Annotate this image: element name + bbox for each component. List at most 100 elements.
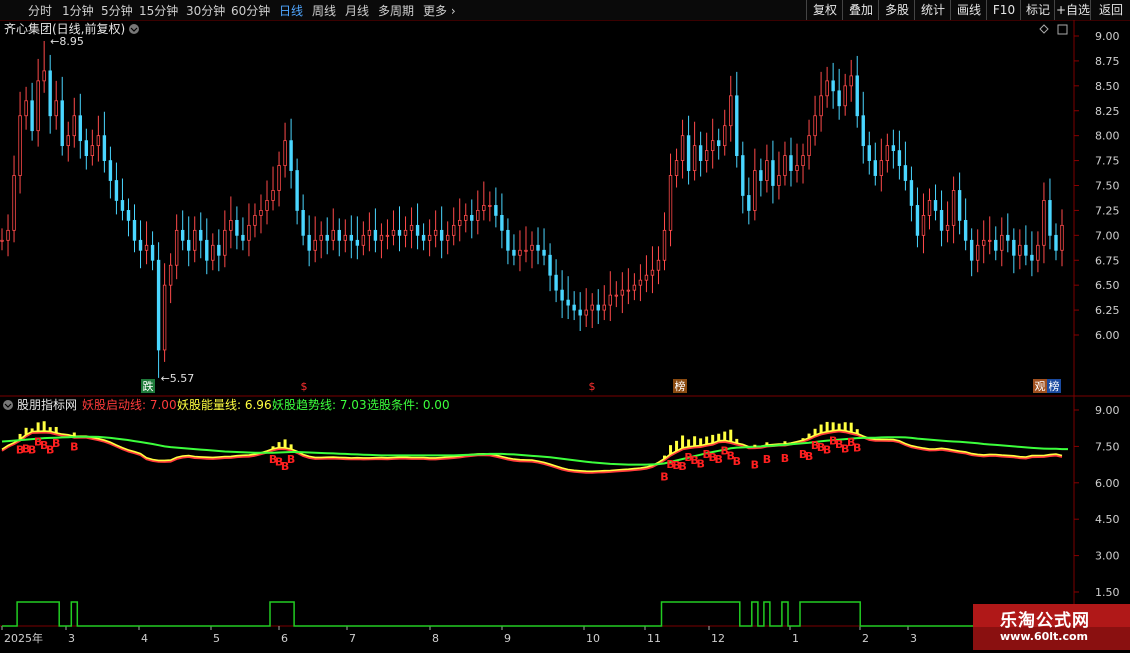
- candle-body: [963, 219, 968, 241]
- toolbar-button-8[interactable]: 返回: [1090, 0, 1130, 20]
- candle-body: [0, 239, 4, 242]
- candle-body: [994, 239, 998, 251]
- ind-ytick-label: 4.50: [1095, 513, 1120, 526]
- candle-body: [223, 229, 227, 256]
- period-tab-10[interactable]: 更多 ›: [423, 2, 456, 19]
- candle-body: [488, 205, 492, 207]
- candle-body: [777, 175, 781, 186]
- xtick-label: 6: [281, 632, 288, 645]
- candle-body: [138, 239, 143, 251]
- candle-body: [253, 214, 257, 226]
- buy-signal: B: [763, 453, 771, 466]
- buy-signal: B: [660, 471, 668, 484]
- candle-body: [361, 234, 366, 246]
- candle-body: [753, 170, 757, 211]
- period-tab-7[interactable]: 周线: [312, 2, 336, 19]
- energy-bar: [837, 423, 841, 430]
- period-tab-2[interactable]: 5分钟: [101, 2, 133, 19]
- candle-body: [536, 244, 540, 251]
- candle-body: [307, 234, 311, 251]
- candle-body: [692, 145, 697, 171]
- toolbar-button-1[interactable]: 叠加: [842, 0, 879, 20]
- ind-ytick-label: 3.00: [1095, 550, 1120, 563]
- candle-body: [548, 254, 552, 276]
- main-ytick-label: 6.00: [1095, 329, 1120, 342]
- top-toolbar: 分时 1分钟 5分钟 15分钟 30分钟 60分钟 日线 周线 月线 多周期 更多 › 复权 叠加 多股…: [0, 0, 1130, 21]
- energy-line: [1, 429, 1063, 473]
- main-ytick-label: 6.25: [1095, 304, 1120, 317]
- candle-body: [915, 205, 920, 236]
- candle-body: [560, 289, 564, 301]
- candle-body: [349, 234, 354, 241]
- energy-bar: [855, 429, 859, 434]
- candle-body: [265, 200, 269, 211]
- candle-body: [168, 264, 173, 286]
- toolbar-button-7[interactable]: +自选: [1054, 0, 1091, 20]
- chart-labels: 9.00 8.75 8.50 8.25 8.00 7.75 7.50 7.25 7.00 6.75…: [3, 21, 1120, 645]
- candle-body: [259, 210, 263, 216]
- candle-body: [433, 229, 438, 236]
- energy-bar: [693, 436, 697, 446]
- candle-body: [849, 75, 853, 87]
- event-marker: 观: [1035, 380, 1046, 393]
- candle-body: [162, 284, 167, 351]
- candle-body: [217, 244, 221, 256]
- toolbar-button-0[interactable]: 复权: [806, 0, 843, 20]
- period-tab-1[interactable]: 1分钟: [62, 2, 94, 19]
- period-tab-3[interactable]: 15分钟: [139, 2, 178, 19]
- period-tab-0[interactable]: 分时: [28, 2, 52, 19]
- candle-body: [765, 160, 769, 181]
- period-tab-4[interactable]: 30分钟: [186, 2, 225, 19]
- candle-body: [1048, 200, 1052, 236]
- chart-grid: [0, 20, 1130, 650]
- candle-body: [596, 304, 600, 311]
- xtick-label: 1: [792, 632, 799, 645]
- toolbar-button-4[interactable]: 画线: [950, 0, 987, 20]
- candle-body: [542, 249, 546, 256]
- period-tab-5[interactable]: 60分钟: [231, 2, 270, 19]
- main-ytick-label: 8.50: [1095, 80, 1120, 93]
- candle-body: [1024, 244, 1028, 256]
- candle-body: [698, 145, 703, 161]
- energy-bar: [825, 421, 829, 432]
- candle-body: [199, 229, 203, 241]
- candle-body: [1006, 234, 1010, 241]
- energy-bar: [765, 442, 769, 446]
- energy-bar: [687, 439, 691, 447]
- energy-bar: [783, 441, 787, 445]
- energy-bar: [277, 442, 281, 448]
- event-marker: $: [301, 380, 308, 393]
- candle-body: [933, 200, 938, 211]
- candle-body: [572, 304, 576, 311]
- main-ytick-label: 7.00: [1095, 229, 1120, 242]
- xtick-label: 3: [68, 632, 75, 645]
- candle-body: [494, 205, 498, 216]
- candle-body: [445, 234, 450, 241]
- candle-body: [415, 224, 420, 236]
- period-tab-8[interactable]: 月线: [345, 2, 369, 19]
- candle-body: [355, 239, 360, 246]
- candle-body: [783, 155, 787, 176]
- main-ytick-label: 8.75: [1095, 55, 1120, 68]
- candle-body: [126, 210, 131, 221]
- diamond-icon: [1039, 24, 1049, 34]
- energy-bar: [801, 438, 805, 441]
- candle-body: [656, 259, 661, 271]
- period-tab-6[interactable]: 日线: [279, 2, 303, 19]
- candle-body: [988, 239, 992, 242]
- toolbar-button-3[interactable]: 统计: [914, 0, 951, 20]
- candle-body: [873, 160, 877, 176]
- toolbar-button-6[interactable]: 标记: [1020, 0, 1055, 20]
- indicator-legend-1: 妖股能量线: 6.96: [177, 398, 272, 412]
- buy-signal: B: [781, 452, 789, 465]
- toolbar-button-2[interactable]: 多股: [878, 0, 915, 20]
- candle-body: [735, 95, 739, 157]
- period-tab-9[interactable]: 多周期: [378, 2, 414, 19]
- energy-bar: [849, 422, 853, 433]
- xtick-label: 4: [141, 632, 148, 645]
- candle-body: [470, 214, 474, 221]
- energy-bar: [729, 429, 733, 442]
- candle-body: [144, 244, 149, 251]
- candle-body: [397, 229, 402, 236]
- toolbar-button-5[interactable]: F10: [986, 0, 1021, 20]
